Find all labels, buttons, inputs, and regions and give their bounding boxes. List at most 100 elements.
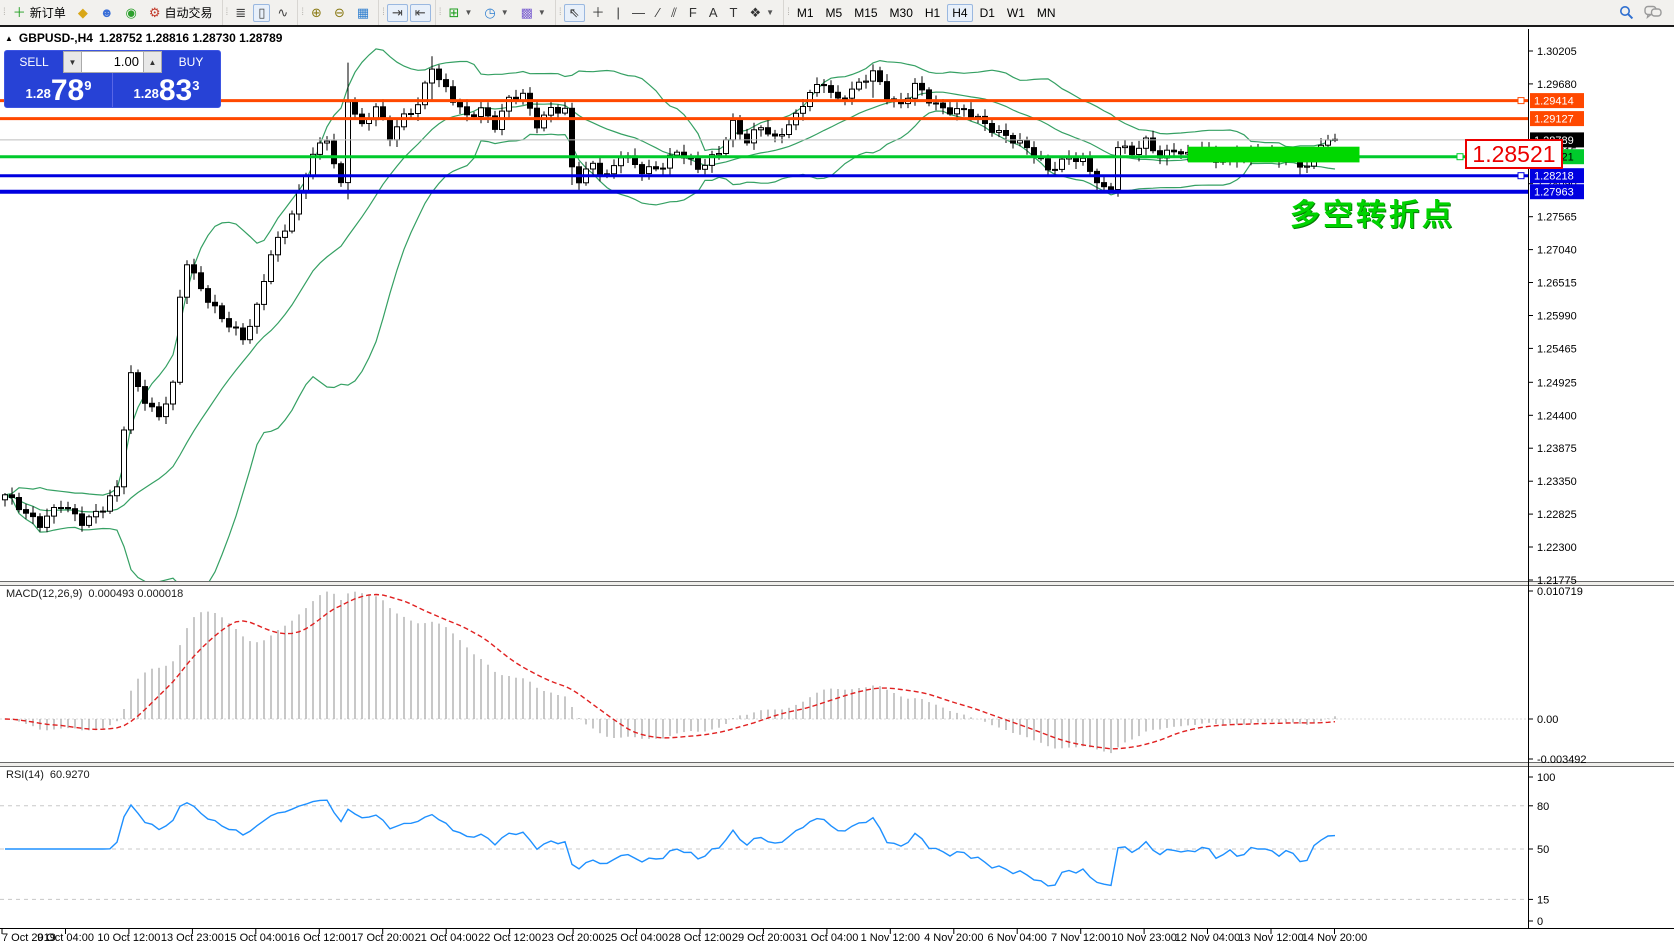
signals-icon: ◉ bbox=[126, 6, 137, 19]
candlestick-chart-icon: ▯ bbox=[258, 6, 265, 19]
svg-text:1.30205: 1.30205 bbox=[1537, 46, 1577, 58]
chart-template-dropdown-icon[interactable]: ▼ bbox=[538, 8, 546, 17]
bar-chart-icon: ≣ bbox=[235, 6, 246, 19]
hline-handle[interactable] bbox=[1457, 154, 1463, 160]
zoom-in-icon: ⊕ bbox=[311, 6, 322, 19]
cursor-tool-button[interactable]: ⇖ bbox=[564, 4, 585, 22]
autotrading-icon: ⚙ bbox=[149, 6, 161, 19]
time-axis[interactable]: 7 Oct 20199 Oct 04:0010 Oct 12:0013 Oct … bbox=[2, 929, 1367, 944]
period-selector-icon: ◷ bbox=[484, 6, 495, 19]
auto-scroll-icon: ⇥ bbox=[392, 6, 403, 19]
channel-tool-button[interactable]: ⫽ bbox=[666, 4, 682, 22]
line-chart-button[interactable]: ∿ bbox=[272, 4, 293, 22]
hline-handle[interactable] bbox=[1518, 173, 1524, 179]
tf-m15-button[interactable]: M15 bbox=[849, 4, 882, 22]
svg-text:23 Oct 20:00: 23 Oct 20:00 bbox=[542, 932, 605, 944]
chart-template-icon: ▩ bbox=[521, 6, 533, 19]
buy-price[interactable]: 1.28833 bbox=[113, 73, 220, 107]
arrows-tool-dropdown-icon[interactable]: ▼ bbox=[766, 8, 774, 17]
chart-wizard-icon: ◆ bbox=[78, 6, 88, 19]
highlight-rect[interactable] bbox=[1188, 147, 1360, 163]
svg-text:0: 0 bbox=[1537, 916, 1543, 928]
candlestick-chart-button[interactable]: ▯ bbox=[253, 4, 270, 22]
chart-area[interactable]: 1.302051.296801.286151.280901.275651.270… bbox=[0, 0, 1674, 951]
signals-button[interactable]: ◉ bbox=[121, 4, 142, 22]
new-order-label: 新订单 bbox=[30, 4, 66, 21]
chart-wizard-button[interactable]: ◆ bbox=[73, 4, 93, 22]
tf-d1-button[interactable]: D1 bbox=[975, 4, 1000, 22]
zoom-in-button[interactable]: ⊕ bbox=[306, 4, 327, 22]
channel-tool-icon: ⫽ bbox=[671, 6, 677, 19]
one-click-trading-panel: SELL ▼ 1.00 ▲ BUY 1.28789 1.28833 bbox=[4, 50, 221, 108]
autotrading-button[interactable]: ⚙自动交易 bbox=[144, 4, 218, 22]
chart-shift-button[interactable]: ⇤ bbox=[410, 4, 431, 22]
period-selector-dropdown-icon[interactable]: ▼ bbox=[501, 8, 509, 17]
tf-m30-label: M30 bbox=[890, 6, 913, 20]
volume-input[interactable]: 1.00 bbox=[82, 51, 143, 73]
zoom-out-button[interactable]: ⊖ bbox=[329, 4, 350, 22]
hline-tool-icon: — bbox=[632, 6, 645, 19]
symbol-marker-icon: ▲ bbox=[5, 34, 13, 43]
svg-text:1.28218: 1.28218 bbox=[1534, 171, 1574, 183]
svg-text:1.24925: 1.24925 bbox=[1537, 377, 1577, 389]
volume-down-button[interactable]: ▼ bbox=[63, 51, 82, 73]
cursor-tool-icon: ⇖ bbox=[569, 6, 580, 19]
period-selector-button[interactable]: ◷▼ bbox=[479, 4, 513, 22]
new-chart-button[interactable]: ⊞▼ bbox=[444, 4, 478, 22]
svg-text:14 Nov 20:00: 14 Nov 20:00 bbox=[1302, 932, 1367, 944]
annotation-text[interactable]: 多空转折点 bbox=[1290, 190, 1455, 234]
auto-scroll-button[interactable]: ⇥ bbox=[387, 4, 408, 22]
toolbar-grip: ⁞ bbox=[3, 7, 5, 18]
tf-h1-button[interactable]: H1 bbox=[920, 4, 945, 22]
toolbar-grip: ⁞ bbox=[787, 7, 789, 18]
new-chart-dropdown-icon[interactable]: ▼ bbox=[464, 8, 472, 17]
vline-tool-button[interactable]: | bbox=[612, 4, 625, 22]
hline-tool-button[interactable]: — bbox=[627, 4, 650, 22]
arrows-tool-button[interactable]: ❖▼ bbox=[745, 4, 780, 22]
svg-text:28 Oct 12:00: 28 Oct 12:00 bbox=[669, 932, 732, 944]
tf-m1-button[interactable]: M1 bbox=[792, 4, 819, 22]
tile-windows-button[interactable]: ▦ bbox=[352, 4, 374, 22]
tf-w1-button[interactable]: W1 bbox=[1002, 4, 1030, 22]
svg-text:15: 15 bbox=[1537, 894, 1549, 906]
tf-mn-button[interactable]: MN bbox=[1032, 4, 1061, 22]
chart-template-button[interactable]: ▩▼ bbox=[516, 4, 551, 22]
price-callout-box[interactable]: 1.28521 bbox=[1465, 139, 1563, 169]
sell-button[interactable]: SELL bbox=[5, 51, 63, 73]
trendline-tool-button[interactable]: ∕ bbox=[652, 4, 664, 22]
svg-text:1.27565: 1.27565 bbox=[1537, 212, 1577, 224]
buy-button[interactable]: BUY bbox=[162, 51, 220, 73]
svg-text:1.23875: 1.23875 bbox=[1537, 443, 1577, 455]
tf-m5-button[interactable]: M5 bbox=[821, 4, 848, 22]
hline-handle[interactable] bbox=[1518, 98, 1524, 104]
svg-text:1 Nov 12:00: 1 Nov 12:00 bbox=[861, 932, 920, 944]
svg-text:13 Nov 12:00: 13 Nov 12:00 bbox=[1238, 932, 1303, 944]
svg-text:1.22825: 1.22825 bbox=[1537, 509, 1577, 521]
new-order-icon: ＋ bbox=[13, 6, 26, 19]
search-icon[interactable] bbox=[1619, 5, 1634, 20]
svg-text:29 Oct 20:00: 29 Oct 20:00 bbox=[732, 932, 795, 944]
ohlc-values: 1.28752 1.28816 1.28730 1.28789 bbox=[99, 31, 283, 45]
tf-w1-label: W1 bbox=[1007, 6, 1025, 20]
metaeditor-button[interactable]: ☻ bbox=[95, 4, 119, 22]
volume-up-button[interactable]: ▲ bbox=[143, 51, 162, 73]
new-order-button[interactable]: ＋ 新订单 bbox=[8, 4, 71, 22]
svg-text:0.010719: 0.010719 bbox=[1537, 586, 1583, 598]
chart-shift-icon: ⇤ bbox=[415, 6, 426, 19]
label-tool-button[interactable]: T bbox=[725, 4, 743, 22]
fibonacci-tool-button[interactable]: F bbox=[684, 4, 702, 22]
tf-d1-label: D1 bbox=[980, 6, 995, 20]
bar-chart-button[interactable]: ≣ bbox=[230, 4, 251, 22]
sell-price[interactable]: 1.28789 bbox=[5, 73, 113, 107]
crosshair-tool-button[interactable]: ＋ bbox=[587, 4, 610, 22]
svg-text:10 Oct 12:00: 10 Oct 12:00 bbox=[97, 932, 160, 944]
text-tool-icon: A bbox=[709, 6, 718, 19]
toolbar-grip: ⁞ bbox=[559, 7, 561, 18]
svg-text:12 Nov 04:00: 12 Nov 04:00 bbox=[1175, 932, 1240, 944]
tf-h4-button[interactable]: H4 bbox=[947, 4, 972, 22]
chat-icon[interactable] bbox=[1644, 5, 1662, 20]
text-tool-button[interactable]: A bbox=[704, 4, 723, 22]
vline-tool-icon: | bbox=[617, 6, 620, 19]
metaeditor-icon: ☻ bbox=[100, 6, 114, 19]
tf-m30-button[interactable]: M30 bbox=[885, 4, 918, 22]
